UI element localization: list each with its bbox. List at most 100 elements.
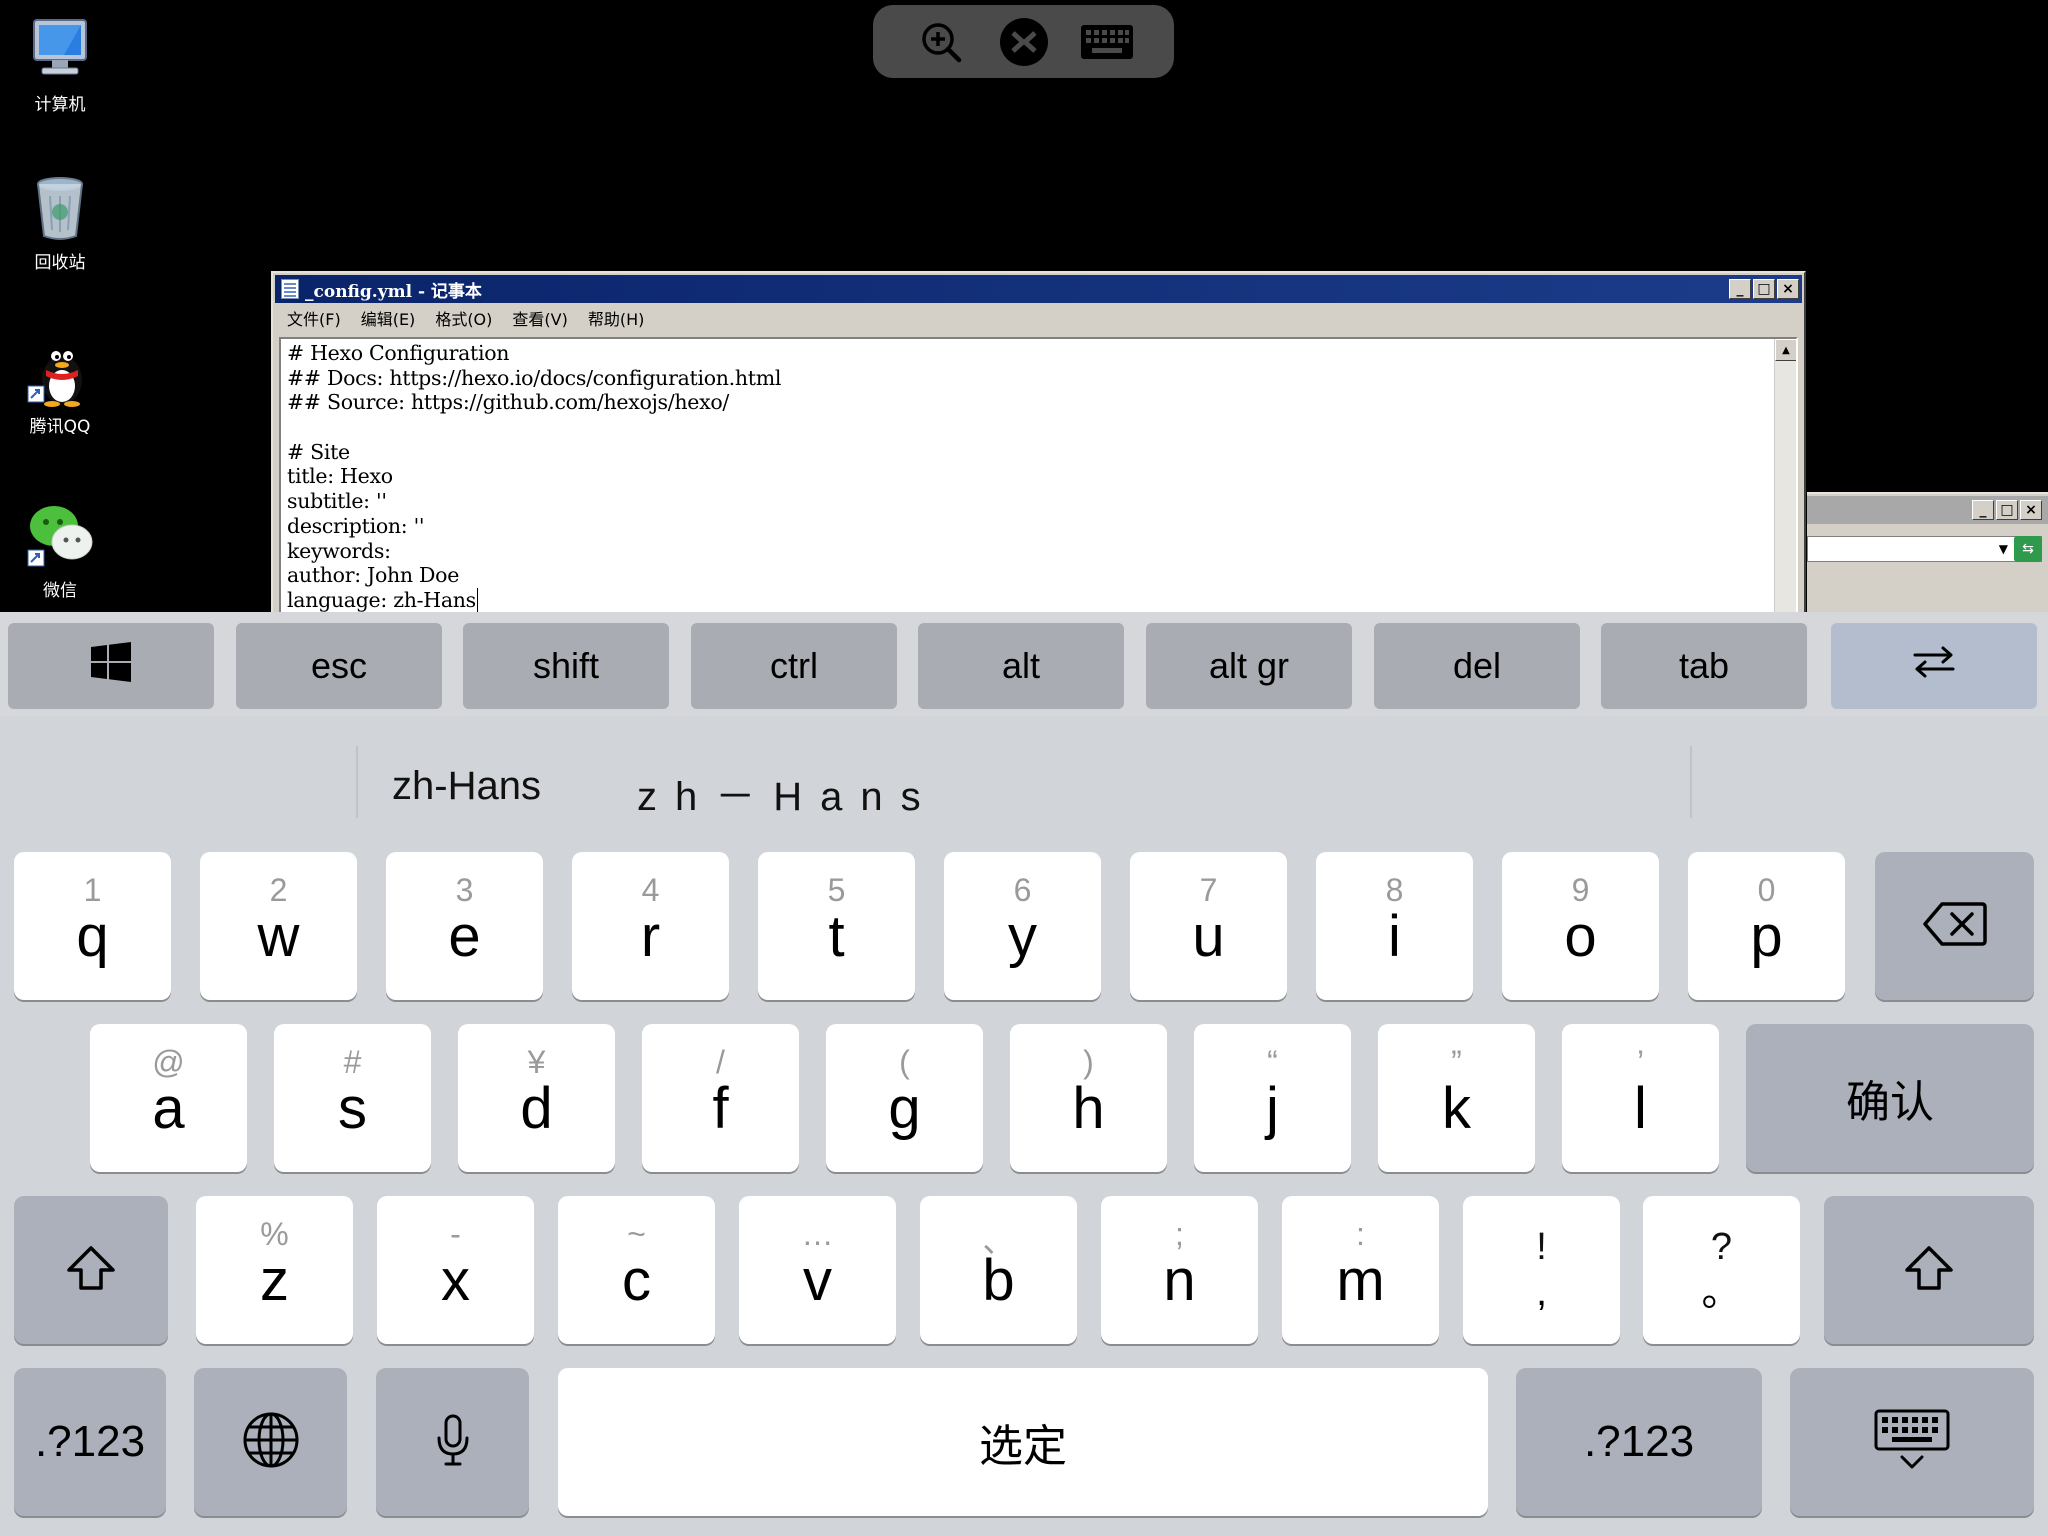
menu-help[interactable]: 帮助(H): [588, 306, 645, 330]
microphone-key[interactable]: [376, 1368, 529, 1516]
key-x[interactable]: -x: [377, 1196, 534, 1344]
key-primary-label: r: [640, 904, 661, 969]
numbers-key-right[interactable]: .?123: [1516, 1368, 1762, 1516]
keyboard-icon[interactable]: [1079, 14, 1135, 70]
maximize-button[interactable]: □: [1753, 279, 1775, 299]
key-r[interactable]: 4r: [572, 852, 729, 1000]
key-g[interactable]: (g: [826, 1024, 983, 1172]
key-primary-label: c: [622, 1248, 651, 1313]
close-button[interactable]: ×: [2020, 500, 2042, 520]
qq-penguin-icon: [24, 336, 96, 408]
confirm-label: 确认: [1846, 1078, 1934, 1127]
key-j[interactable]: “j: [1194, 1024, 1351, 1172]
editor-line: # Site: [287, 439, 350, 464]
notepad-titlebar[interactable]: _config.yml - 记事本 _ □ ×: [275, 275, 1802, 303]
key-secondary-label: ?: [1710, 1226, 1733, 1268]
key-i[interactable]: 8i: [1316, 852, 1473, 1000]
menu-edit[interactable]: 编辑(E): [361, 306, 416, 330]
menu-file[interactable]: 文件(F): [287, 306, 341, 330]
desktop-icon-computer[interactable]: 计算机: [14, 14, 106, 115]
key-z[interactable]: % z: [196, 1196, 353, 1344]
shift-key[interactable]: shift: [463, 623, 669, 709]
key-a[interactable]: @ a: [90, 1024, 247, 1172]
candidate-bar: zh-Hans zh－Hans: [0, 716, 2048, 828]
key-t[interactable]: 5t: [758, 852, 915, 1000]
candidate-divider: [356, 746, 358, 818]
tab-key[interactable]: tab: [1601, 623, 1807, 709]
alt-key[interactable]: alt: [918, 623, 1124, 709]
key-s[interactable]: # s: [274, 1024, 431, 1172]
candidate-1[interactable]: zh-Hans: [392, 764, 541, 809]
hide-keyboard-key[interactable]: [1790, 1368, 2034, 1516]
menu-format[interactable]: 格式(O): [435, 306, 492, 330]
key-c[interactable]: ~ c: [558, 1196, 715, 1344]
maximize-button[interactable]: □: [1996, 500, 2018, 520]
ctrl-key[interactable]: ctrl: [691, 623, 897, 709]
key-n[interactable]: ; n: [1101, 1196, 1258, 1344]
editor-line: ## Docs: https://hexo.io/docs/configurat…: [287, 365, 782, 390]
backspace-key[interactable]: [1875, 852, 2034, 1000]
backspace-icon: [1922, 900, 1988, 953]
confirm-key[interactable]: 确认: [1746, 1024, 2034, 1172]
esc-key[interactable]: esc: [236, 623, 442, 709]
key-primary-label: b: [982, 1248, 1015, 1313]
space-key[interactable]: 选定: [558, 1368, 1488, 1516]
candidate-2[interactable]: zh－Hans: [637, 764, 939, 822]
minimize-button[interactable]: _: [1729, 279, 1751, 299]
key-v[interactable]: … v: [739, 1196, 896, 1344]
key-punctuation[interactable]: ?。: [1643, 1196, 1800, 1344]
key-o[interactable]: 9o: [1502, 852, 1659, 1000]
key-primary-label: a: [152, 1076, 185, 1141]
globe-icon: [242, 1411, 300, 1474]
zoom-in-icon[interactable]: [913, 14, 969, 70]
key-b[interactable]: 、 b: [920, 1196, 1077, 1344]
key-e[interactable]: 3e: [386, 852, 543, 1000]
text-editor[interactable]: # Hexo Configuration ## Docs: https://hex…: [279, 337, 1798, 612]
key-h[interactable]: ) h: [1010, 1024, 1167, 1172]
swap-arrows-icon: [1911, 645, 1957, 688]
desktop-icon-qq[interactable]: 腾讯QQ: [14, 336, 106, 437]
desktop-icon-recycle-bin[interactable]: 回收站: [14, 172, 106, 273]
key-m[interactable]: :m: [1282, 1196, 1439, 1344]
numbers-key-left[interactable]: .?123: [14, 1368, 166, 1516]
shift-left-key[interactable]: [14, 1196, 168, 1344]
shift-right-key[interactable]: [1824, 1196, 2034, 1344]
alt-gr-key[interactable]: alt gr: [1146, 623, 1352, 709]
close-button[interactable]: ×: [1777, 279, 1799, 299]
go-refresh-icon[interactable]: ⇆: [2014, 536, 2042, 562]
background-window-titlebar[interactable]: _ □ ×: [1807, 496, 2048, 524]
key-primary-label: q: [76, 904, 109, 969]
wechat-icon: [24, 500, 96, 572]
globe-key[interactable]: [194, 1368, 347, 1516]
key-u[interactable]: 7u: [1130, 852, 1287, 1000]
del-key[interactable]: del: [1374, 623, 1580, 709]
key-q[interactable]: 1q: [14, 852, 171, 1000]
key-d[interactable]: ¥ d: [458, 1024, 615, 1172]
numbers-label: .?123: [1583, 1417, 1695, 1466]
key-k[interactable]: ” k: [1378, 1024, 1535, 1172]
key-primary-label: l: [1634, 1076, 1647, 1141]
key-w[interactable]: 2w: [200, 852, 357, 1000]
background-window: _ □ × ▼ ⇆: [1807, 492, 2048, 612]
windows-key[interactable]: [8, 623, 214, 709]
menu-view[interactable]: 查看(V): [512, 306, 567, 330]
key-punctuation[interactable]: !,: [1463, 1196, 1620, 1344]
key-primary-label: n: [1163, 1248, 1196, 1313]
swap-key[interactable]: [1831, 623, 2037, 709]
key-f[interactable]: / f: [642, 1024, 799, 1172]
vertical-scrollbar[interactable]: ▲: [1774, 339, 1796, 612]
key-p[interactable]: 0p: [1688, 852, 1845, 1000]
scroll-up-icon[interactable]: ▲: [1775, 339, 1796, 361]
desktop-icon-wechat[interactable]: 微信: [14, 500, 106, 601]
key-primary-label: s: [338, 1076, 367, 1141]
dropdown-arrow-icon[interactable]: ▼: [1999, 542, 2008, 556]
shift-arrow-icon: [65, 1244, 117, 1297]
minimize-button[interactable]: _: [1972, 500, 1994, 520]
key-primary-label: z: [260, 1248, 289, 1313]
remote-desktop-icon[interactable]: [996, 14, 1052, 70]
key-primary-label: w: [257, 904, 300, 969]
editor-text: # Hexo Configuration ## Docs: https://hex…: [281, 339, 1796, 612]
key-y[interactable]: 6y: [944, 852, 1101, 1000]
key-l[interactable]: ’ l: [1562, 1024, 1719, 1172]
